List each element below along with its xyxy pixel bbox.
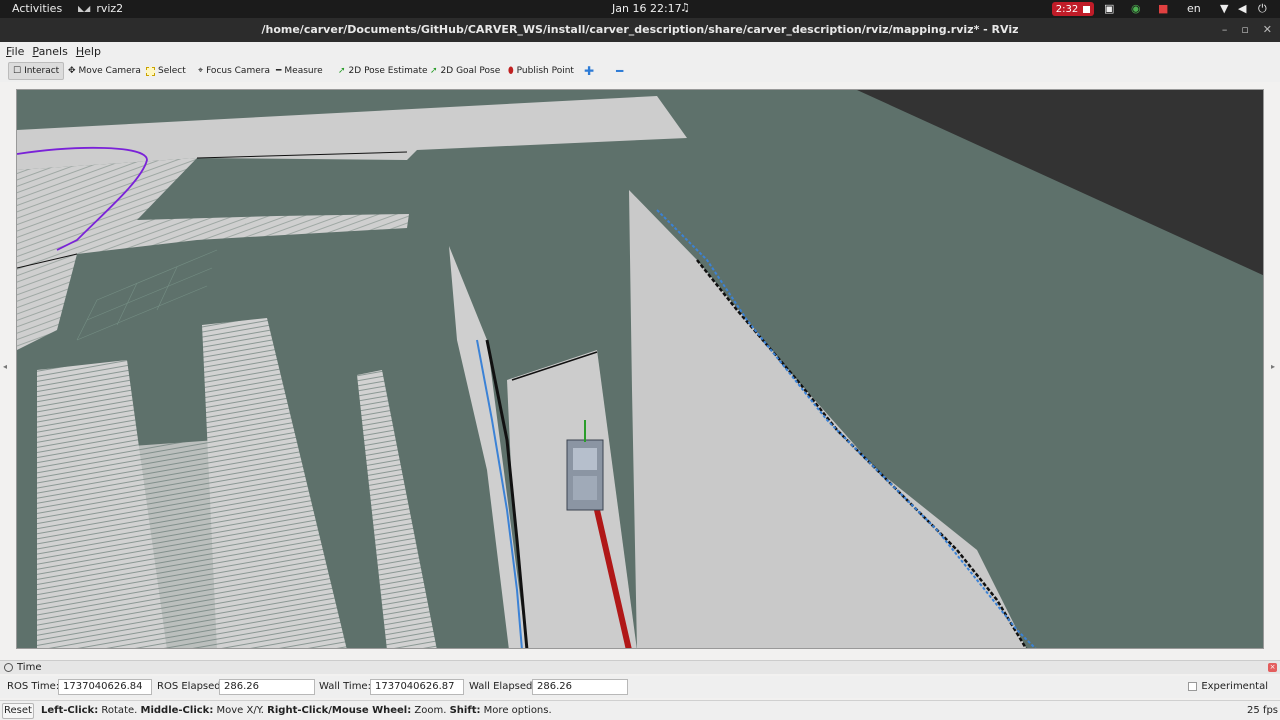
wall-time-label: Wall Time: [319,681,371,692]
hand-icon: ☐ [13,66,22,76]
move-camera-tool[interactable]: ✥ Move Camera [64,62,145,80]
menu-panels[interactable]: Panels [32,45,67,58]
fps-counter: 25 fps [1247,705,1278,716]
time-panel: ROS Time: 1737040626.84 ROS Elapsed: 286… [0,676,1280,698]
rviz-app-icon: ◣◢ [78,4,91,13]
ground-grid [76,249,218,341]
scan-shadow-block [357,370,437,648]
mouse-hint: Left-Click: Rotate. Middle-Click: Move X… [41,705,552,716]
app-menu[interactable]: ◣◢ rviz2 [78,2,123,15]
pose-estimate-tool[interactable]: ➚ 2D Pose Estimate [334,62,432,80]
maximize-icon[interactable]: ▫ [1241,18,1248,42]
ros-elapsed-label: ROS Elapsed: [157,681,224,692]
ros-elapsed-field[interactable]: 286.26 [219,679,315,695]
clock[interactable]: Jan 16 22:17 [612,2,682,15]
hint-right-click: Right-Click/Mouse Wheel: [267,705,412,716]
discord-icon[interactable]: ▣ [1104,2,1114,15]
wall-elapsed-field[interactable]: 286.26 [532,679,628,695]
language-indicator[interactable]: en [1187,2,1201,15]
interact-label: Interact [24,66,60,76]
focus-camera-tool[interactable]: ⌖ Focus Camera [194,62,274,80]
menubar: File Panels Help [0,42,1280,60]
chrome-icon[interactable]: ◉ [1131,2,1141,15]
add-tool-button[interactable]: ✚ [580,62,598,80]
menu-file[interactable]: File [6,45,24,58]
measure-tool[interactable]: ━ Measure [272,62,327,80]
recording-time: 2:32 [1055,3,1079,15]
experimental-toggle[interactable]: Experimental [1188,681,1268,692]
left-dock-handle-icon[interactable]: ◂ [3,362,7,371]
experimental-label: Experimental [1201,681,1268,692]
window-titlebar: /home/carver/Documents/GitHub/CARVER_WS/… [0,18,1280,42]
wall-time-field[interactable]: 1737040626.87 [370,679,464,695]
hint-left-click: Left-Click: [41,705,99,716]
close-icon[interactable]: ✕ [1263,18,1272,42]
move-icon: ✥ [68,66,76,76]
ros-time-field[interactable]: 1737040626.84 [58,679,152,695]
power-icon[interactable]: ⏻ [1258,2,1267,16]
time-panel-header: Time × [0,660,1280,674]
plus-icon: ✚ [584,64,595,78]
experimental-checkbox[interactable] [1188,682,1198,691]
activities-button[interactable]: Activities [12,2,62,15]
remove-tool-button[interactable]: ━ [612,62,627,80]
app-name: rviz2 [96,2,124,15]
hint-middle-click: Middle-Click: [140,705,214,716]
interact-tool[interactable]: ☐ Interact [8,62,65,80]
green-arrow-icon: ➚ [338,66,346,76]
system-top-bar: Activities ◣◢ rviz2 Jan 16 22:17 ♫ 2:32 … [0,0,1280,18]
screen-recording-indicator[interactable]: 2:32 [1052,2,1094,16]
reset-button[interactable]: Reset [2,703,34,719]
pose-estimate-label: 2D Pose Estimate [348,66,428,76]
publish-point-label: Publish Point [516,66,574,76]
map-pin-icon: ⬮ [508,66,514,76]
minimize-icon[interactable]: – [1222,18,1228,42]
focus-icon: ⌖ [198,66,204,76]
void-region [857,90,1263,276]
render-viewport[interactable] [16,89,1264,649]
volume-icon[interactable]: ◀ [1238,2,1246,15]
hint-shift-action: More options. [480,705,552,716]
hint-left-action: Rotate. [98,705,141,716]
goal-pose-tool[interactable]: ➚ 2D Goal Pose [426,62,504,80]
hint-right-action: Zoom. [411,705,450,716]
map-scene [17,90,1263,648]
select-label: Select [158,66,186,76]
time-panel-close-icon[interactable]: × [1268,663,1277,672]
right-dock-handle-icon[interactable]: ▸ [1271,362,1275,371]
goal-pose-label: 2D Goal Pose [440,66,501,76]
focus-camera-label: Focus Camera [206,66,270,76]
move-camera-label: Move Camera [78,66,141,76]
hint-middle-action: Move X/Y. [213,705,268,716]
hint-shift: Shift: [449,705,481,716]
measure-label: Measure [284,66,323,76]
minus-icon: ━ [616,64,624,78]
select-tool[interactable]: Select [142,62,190,80]
ros-time-label: ROS Time: [7,681,60,692]
notification-bell-icon: ♫ [680,1,690,14]
stop-recording-icon [1083,5,1091,13]
map-free-upper [17,96,687,170]
clock-icon [4,663,13,672]
window-title: /home/carver/Documents/GitHub/CARVER_WS/… [261,23,1019,36]
tools-toolbar: ☐ Interact ✥ Move Camera Select ⌖ Focus … [0,60,1280,82]
ruler-icon: ━ [276,66,282,76]
status-bar: Reset Left-Click: Rotate. Middle-Click: … [0,700,1280,720]
wifi-icon[interactable]: ▼ [1220,2,1228,15]
select-icon [146,66,155,76]
wall-elapsed-label: Wall Elapsed: [469,681,536,692]
goal-arrow-icon: ➚ [430,66,438,76]
publish-point-tool[interactable]: ⬮ Publish Point [504,62,578,80]
time-panel-title: Time [17,662,42,673]
tray-app-icon[interactable]: ■ [1158,2,1168,15]
menu-help[interactable]: Help [76,45,101,58]
